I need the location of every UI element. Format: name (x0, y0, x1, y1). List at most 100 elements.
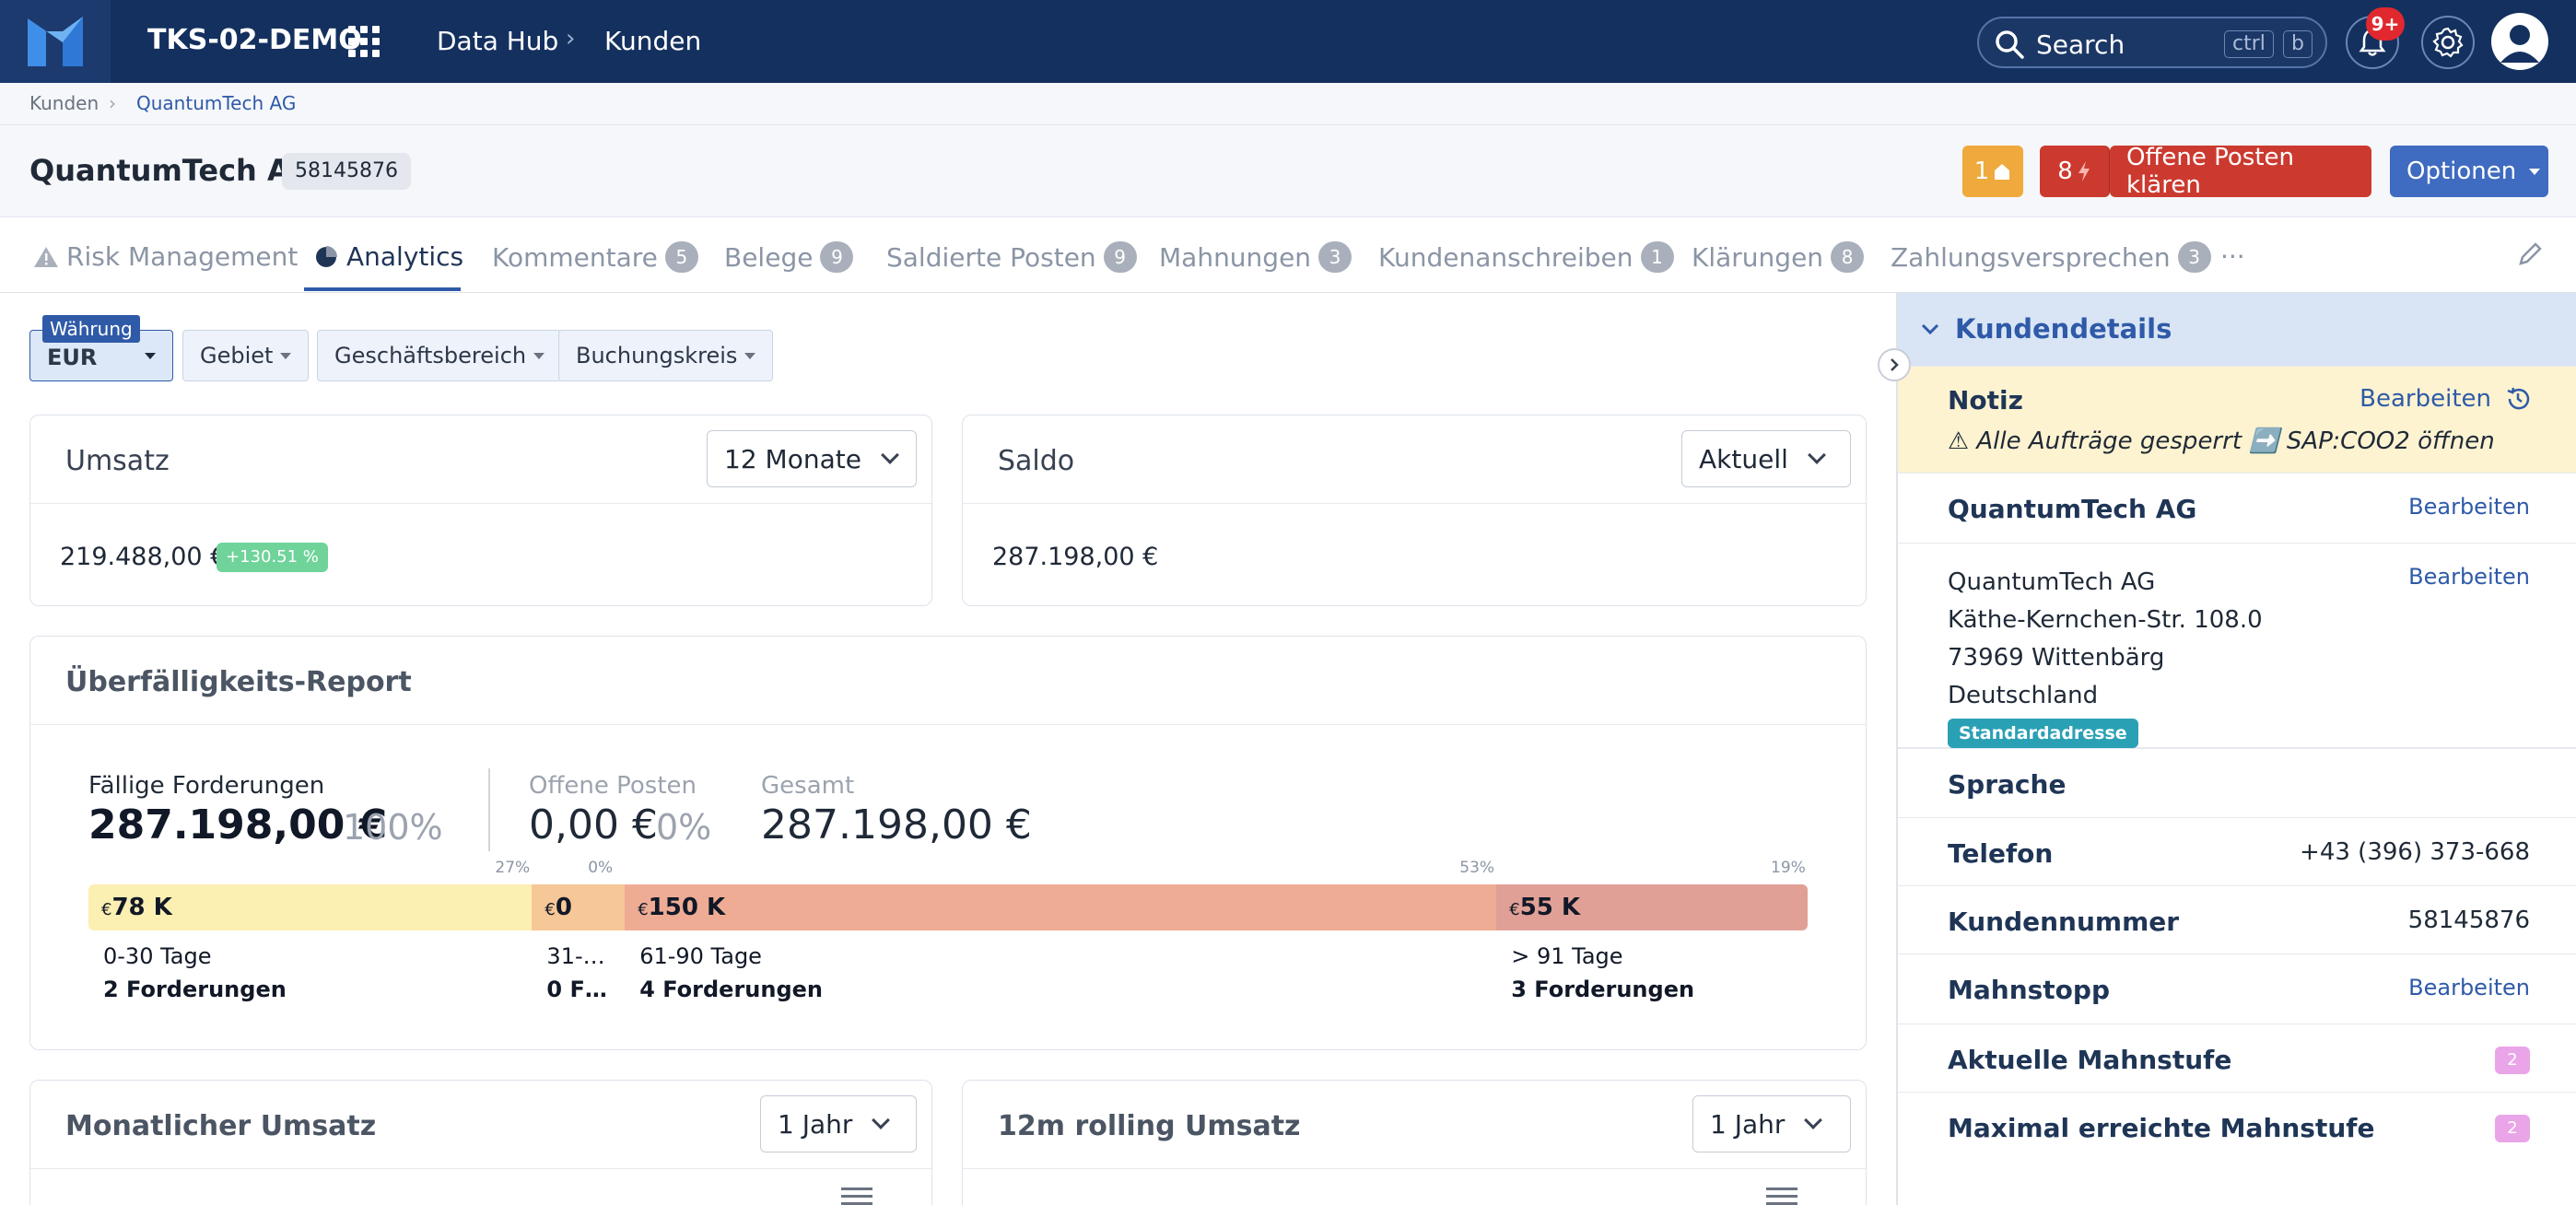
bucket-range: > 91 Tage (1511, 943, 1623, 969)
bucket-amount: €150 K (638, 894, 726, 921)
tab-analytics[interactable]: Analytics (313, 241, 463, 272)
tab-label: Analytics (346, 241, 464, 272)
address-line: Deutschland (1948, 682, 2099, 709)
app-logo[interactable] (0, 0, 111, 83)
house-alert-count: 1 (1973, 158, 1990, 185)
umsatz-period-select[interactable]: 12 Monate (707, 430, 917, 487)
period-value: 12 Monate (724, 443, 861, 474)
breadcrumb-current[interactable]: QuantumTech AG (136, 92, 296, 114)
filter-label: Buchungskreis (576, 343, 738, 369)
name-edit-link[interactable]: Bearbeiten (2408, 494, 2530, 520)
chevron-down-icon (872, 1111, 891, 1129)
address-line: 73969 Wittenbärg (1948, 644, 2165, 672)
tab-count: 8 (1831, 241, 1865, 273)
tab-zahlungsversprechen[interactable]: Zahlungsversprechen 3 (1891, 241, 2211, 273)
card-header: Umsatz 12 Monate (30, 415, 931, 504)
settings-button[interactable] (2421, 16, 2475, 69)
dunning-stop-edit-link[interactable]: Bearbeiten (2408, 975, 2530, 1000)
tab-belege[interactable]: Belege 9 (724, 241, 854, 273)
nav-crumb-kunden[interactable]: Kunden (604, 26, 701, 56)
options-button[interactable]: Optionen (2390, 146, 2548, 197)
saldo-period-select[interactable]: Aktuell (1681, 430, 1851, 487)
user-icon (2500, 25, 2539, 63)
tab-saldierte-posten[interactable]: Saldierte Posten 9 (886, 241, 1137, 273)
note-edit-link[interactable]: Bearbeiten (2359, 385, 2491, 413)
apps-grid-icon[interactable] (348, 26, 380, 57)
monthly-period-select[interactable]: 1 Jahr (760, 1095, 917, 1152)
caret-down-icon (533, 352, 545, 359)
chevron-down-icon (1807, 446, 1826, 464)
menu-icon[interactable] (841, 1186, 872, 1205)
search-label: Search (2036, 29, 2125, 60)
due-label: Fällige Forderungen (88, 772, 325, 800)
currency-tag: Währung (42, 315, 140, 343)
tab-risk-management[interactable]: Risk Management (33, 241, 298, 272)
tab-count: 9 (1103, 241, 1137, 273)
filter-gebiet[interactable]: Gebiet (182, 330, 310, 381)
language-label: Sprache (1948, 769, 2067, 800)
open-value: 0,00 € (529, 801, 658, 848)
max-dunning-level-section: Maximal erreichte Mahnstufe 2 (1898, 1093, 2576, 1163)
tab-kundenanschreiben[interactable]: Kundenanschreiben 1 (1378, 241, 1674, 273)
shortcut-key-ctrl: ctrl (2224, 30, 2274, 58)
total-label: Gesamt (761, 772, 855, 800)
clear-open-items-button[interactable]: Offene Posten klären (2110, 144, 2371, 199)
nav-crumb-data-hub[interactable]: Data Hub (437, 26, 558, 56)
bolt-alert-button[interactable]: 8 (2040, 146, 2110, 197)
phone-label: Telefon (1948, 838, 2054, 869)
tab-label: Saldierte Posten (886, 241, 1096, 273)
umsatz-value: 219.488,00 € (60, 543, 227, 571)
global-search[interactable]: Search ctrl b (1977, 17, 2327, 68)
tenant-name: TKS-02-DEMO (147, 24, 362, 56)
filter-buchungskreis[interactable]: Buchungskreis (558, 330, 774, 381)
bucket-amount: €78 K (101, 894, 172, 921)
customer-name: QuantumTech AG (1948, 494, 2197, 524)
bucket-range: 61-90 Tage (639, 943, 762, 969)
notification-count-badge: 9+ (2366, 7, 2405, 41)
aging-bar-segment[interactable] (625, 884, 1497, 930)
tab-count: 3 (2177, 241, 2211, 273)
dunning-level-label: Aktuelle Mahnstufe (1948, 1045, 2232, 1075)
monthly-revenue-card: Monatlicher Umsatz 1 Jahr (29, 1080, 932, 1205)
gear-icon (2432, 27, 2464, 58)
tab-count: 9 (820, 241, 854, 273)
logo-icon (28, 17, 83, 66)
phone-section: Telefon +43 (396) 373-668 (1898, 818, 2576, 886)
customer-details-header[interactable]: Kundendetails (1898, 293, 2576, 367)
tab-mahnungen[interactable]: Mahnungen 3 (1159, 241, 1352, 273)
caret-down-icon (744, 352, 756, 359)
umsatz-card: Umsatz 12 Monate 219.488,00 € +130.51 % (29, 415, 932, 606)
user-avatar[interactable] (2491, 13, 2548, 70)
tab-kommentare[interactable]: Kommentare 5 (492, 241, 698, 273)
bucket-count: 2 Forderungen (103, 977, 287, 1002)
house-alert-button[interactable]: 1 (1962, 146, 2023, 197)
breadcrumb-kunden[interactable]: Kunden (29, 92, 99, 114)
panel-title: Kundendetails (1955, 313, 2172, 345)
bucket-range: 0-30 Tage (103, 943, 212, 969)
bucket-amount: €55 K (1509, 894, 1581, 921)
total-value: 287.198,00 € (761, 801, 1032, 848)
period-value: 1 Jahr (1710, 1108, 1786, 1140)
menu-icon[interactable] (1766, 1186, 1797, 1205)
collapse-panel-button[interactable] (1878, 348, 1911, 381)
address-edit-link[interactable]: Bearbeiten (2408, 564, 2530, 590)
pencil-icon[interactable] (2515, 240, 2545, 269)
bucket-range: 31-… (546, 943, 605, 969)
customer-number-value: 58145876 (2407, 907, 2530, 934)
warning-icon (34, 246, 58, 267)
filter-geschaeftsbereich[interactable]: Geschäftsbereich (317, 330, 563, 381)
tab-klaerungen[interactable]: Klärungen 8 (1692, 241, 1865, 273)
card-header: Überfälligkeits-Report (30, 637, 1866, 725)
rolling-period-select[interactable]: 1 Jahr (1692, 1095, 1851, 1152)
note-section: Notiz Bearbeiten ⚠ Alle Aufträge gesperr… (1898, 367, 2576, 474)
chevron-down-icon (1921, 323, 1939, 335)
more-tabs-button[interactable]: ··· (2220, 241, 2245, 272)
open-label: Offene Posten (529, 772, 697, 800)
period-value: Aktuell (1699, 443, 1788, 474)
due-percent: 100% (343, 807, 443, 848)
history-icon[interactable] (2504, 385, 2532, 413)
more-icon: ··· (2220, 241, 2245, 272)
language-section: Sprache (1898, 748, 2576, 818)
top-navigation-bar: TKS-02-DEMO Data Hub › Kunden Search ctr… (0, 0, 2576, 83)
tab-label: Mahnungen (1159, 241, 1312, 273)
